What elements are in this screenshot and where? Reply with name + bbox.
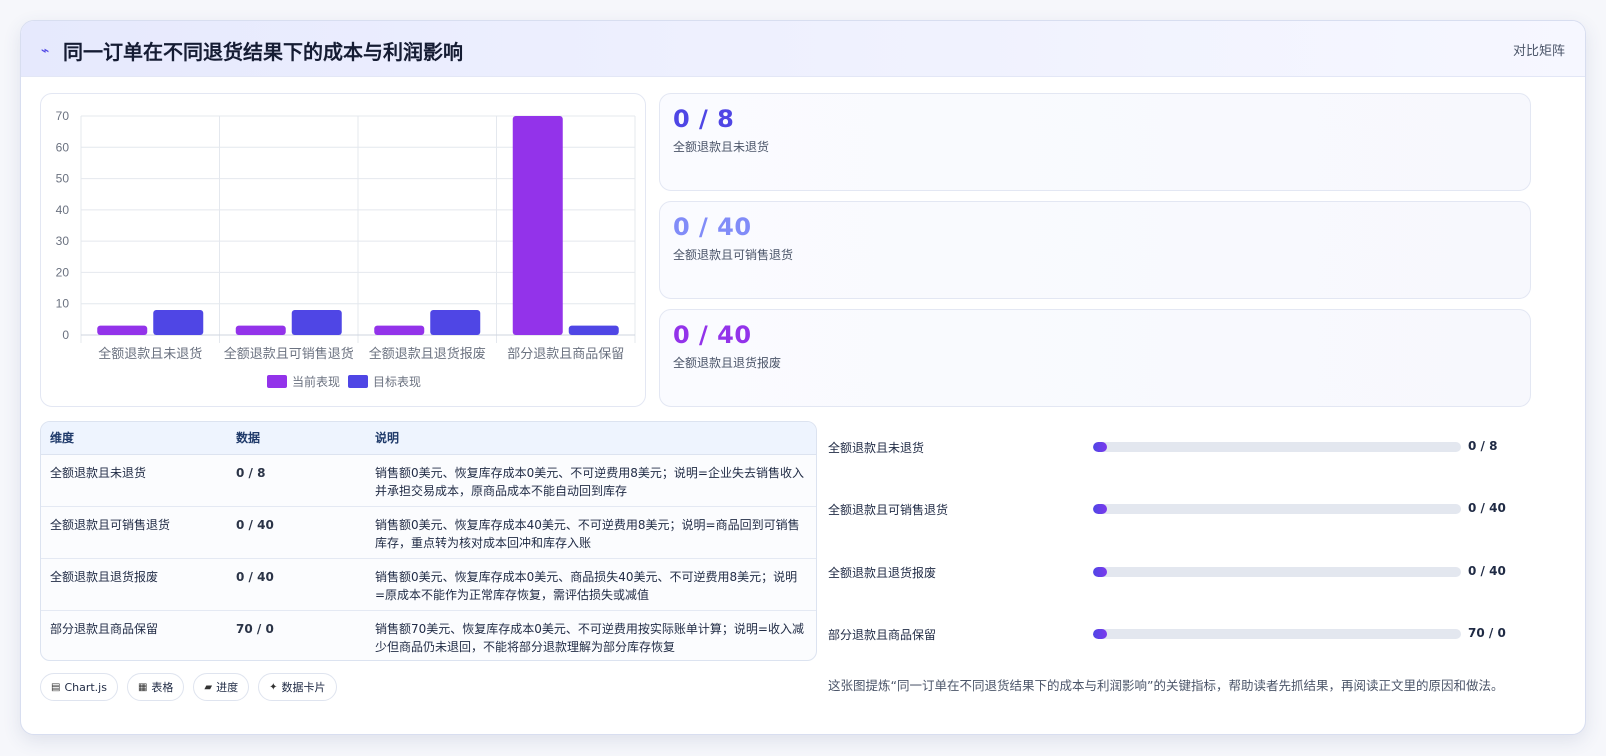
bar-current bbox=[512, 116, 563, 335]
bar-target bbox=[291, 309, 342, 335]
matrix-tag[interactable]: 对比矩阵 bbox=[1513, 40, 1565, 59]
progress-fill bbox=[1093, 504, 1107, 514]
tag-label: 进度 bbox=[216, 681, 239, 694]
bar-current bbox=[97, 325, 148, 335]
stat-card-2: 0 / 40 全额退款且可销售退货 bbox=[659, 201, 1531, 299]
progress-icon: ▰ bbox=[204, 681, 213, 693]
tag-progress[interactable]: ▰ 进度 bbox=[193, 673, 250, 701]
stat-label: 全额退款且可销售退货 bbox=[673, 248, 794, 262]
bar-chart-panel: 0 10 20 30 40 50 60 70 全额退款且未退货 全额退款且可销售退货 全额退款且退货… bbox=[40, 93, 646, 407]
tag-label: 数据卡片 bbox=[281, 681, 326, 694]
legend-swatch bbox=[267, 375, 287, 388]
cell-data: 70 / 0 bbox=[236, 621, 274, 636]
cell-dimension: 全额退款且退货报废 bbox=[41, 558, 227, 611]
bar-current bbox=[235, 325, 286, 335]
legend-label: 目标表现 bbox=[373, 375, 421, 389]
progress-row: 全额退款且未退货 0 / 8 bbox=[828, 437, 1528, 457]
cell-description: 销售额70美元、恢复库存成本0美元、不可逆费用按实际账单计算；说明=收入减少但商… bbox=[375, 621, 804, 654]
progress-value: 0 / 8 bbox=[1468, 439, 1498, 453]
cell-dimension: 部分退款且商品保留 bbox=[50, 621, 159, 636]
tag-label: 表格 bbox=[151, 681, 174, 694]
legend-swatch bbox=[348, 375, 368, 388]
progress-label: 全额退款且未退货 bbox=[828, 441, 925, 455]
tag-data-card[interactable]: ✦ 数据卡片 bbox=[258, 673, 337, 701]
stat-card-1: 0 / 8 全额退款且未退货 bbox=[659, 93, 1531, 191]
table-row: 全额退款且未退货 0 / 8 销售额0美元、恢复库存成本0美元、不可逆费用8美元… bbox=[41, 454, 816, 507]
data-table-panel: 维度 数据 说明 全额退款且未退货 0 / 8 销售额0美元、恢复库存成本0美元… bbox=[40, 421, 817, 661]
table-icon: ▦ bbox=[137, 681, 148, 693]
y-tick-label: 10 bbox=[56, 297, 70, 311]
column-header: 维度 bbox=[41, 422, 227, 455]
y-tick-label: 0 bbox=[62, 328, 69, 342]
x-tick-label: 全额退款且退货报废 bbox=[369, 346, 486, 361]
x-tick-label: 部分退款且商品保留 bbox=[507, 346, 624, 361]
cell-description: 销售额0美元、恢复库存成本0美元、不可逆费用8美元；说明=企业失去销售收入并承担… bbox=[366, 454, 816, 507]
column-header: 数据 bbox=[227, 422, 366, 455]
progress-row: 部分退款且商品保留 70 / 0 bbox=[828, 624, 1528, 644]
tag-label: Chart.js bbox=[64, 680, 107, 694]
progress-track bbox=[1093, 442, 1461, 452]
bar-chart: 0 10 20 30 40 50 60 70 全额退款且未退货 全额退款且可销售退货 全额退款且退货… bbox=[56, 109, 636, 389]
progress-row: 全额退款且退货报废 0 / 40 bbox=[828, 562, 1528, 582]
progress-track bbox=[1093, 567, 1461, 577]
cell-dimension: 全额退款且可销售退货 bbox=[41, 506, 227, 559]
progress-value: 70 / 0 bbox=[1468, 626, 1506, 640]
stat-value: 0 / 40 bbox=[673, 213, 752, 241]
y-tick-label: 60 bbox=[56, 140, 70, 154]
x-tick-label: 全额退款且可销售退货 bbox=[224, 346, 354, 361]
progress-value: 0 / 40 bbox=[1468, 564, 1506, 578]
progress-fill bbox=[1093, 629, 1107, 639]
stat-label: 全额退款且未退货 bbox=[673, 140, 770, 154]
page-title: ⌁ 同一订单在不同退货结果下的成本与利润影响 bbox=[41, 36, 463, 65]
main-card: ⌁ 同一订单在不同退货结果下的成本与利润影响 对比矩阵 0 10 20 30 40 50 6… bbox=[20, 20, 1586, 735]
sparkle-icon: ✦ bbox=[269, 681, 278, 693]
bar-target bbox=[153, 309, 204, 335]
y-tick-label: 50 bbox=[56, 172, 70, 186]
card-header: ⌁ 同一订单在不同退货结果下的成本与利润影响 对比矩阵 bbox=[21, 21, 1585, 77]
stat-label: 全额退款且退货报废 bbox=[673, 356, 782, 370]
legend-label: 当前表现 bbox=[292, 374, 340, 389]
column-header: 说明 bbox=[366, 422, 816, 455]
tag-chartjs[interactable]: ▤ Chart.js bbox=[40, 673, 118, 701]
y-tick-label: 70 bbox=[56, 109, 70, 123]
cell-data: 0 / 8 bbox=[227, 454, 366, 507]
progress-label: 部分退款且商品保留 bbox=[828, 628, 937, 642]
cell-description: 销售额0美元、恢复库存成本40美元、不可逆费用8美元；说明=商品回到可销售库存，… bbox=[366, 506, 816, 559]
progress-row: 全额退款且可销售退货 0 / 40 bbox=[828, 499, 1528, 519]
table-header-row: 维度 数据 说明 bbox=[41, 422, 816, 455]
page-title-text: 同一订单在不同退货结果下的成本与利润影响 bbox=[63, 40, 463, 64]
progress-track bbox=[1093, 629, 1461, 639]
bar-target bbox=[568, 325, 619, 335]
cell-description: 销售额0美元、恢复库存成本0美元、商品损失40美元、不可逆费用8美元；说明=原成… bbox=[366, 558, 816, 611]
summary-note: 这张图提炼“同一订单在不同退货结果下的成本与利润影响”的关键指标，帮助读者先抓结… bbox=[828, 678, 1504, 693]
tag-list: ▤ Chart.js ▦ 表格 ▰ 进度 ✦ 数据卡片 bbox=[40, 673, 337, 701]
table-row: 全额退款且退货报废 0 / 40 销售额0美元、恢复库存成本0美元、商品损失40… bbox=[41, 558, 816, 611]
table-row: 部分退款且商品保留 70 / 0 销售额70美元、恢复库存成本0美元、不可逆费用… bbox=[41, 610, 816, 660]
cell-data: 0 / 40 bbox=[227, 558, 366, 611]
tag-table[interactable]: ▦ 表格 bbox=[126, 673, 185, 701]
progress-label: 全额退款且退货报废 bbox=[828, 566, 937, 580]
cell-data: 0 / 40 bbox=[227, 506, 366, 559]
cell-dimension: 全额退款且未退货 bbox=[41, 454, 227, 507]
progress-track bbox=[1093, 504, 1461, 514]
chart-icon: ▤ bbox=[51, 681, 61, 693]
progress-label: 全额退款且可销售退货 bbox=[828, 503, 949, 517]
data-table: 维度 数据 说明 全额退款且未退货 0 / 8 销售额0美元、恢复库存成本0美元… bbox=[41, 422, 816, 660]
progress-value: 0 / 40 bbox=[1468, 501, 1506, 515]
bar-target bbox=[430, 309, 481, 335]
stat-card-3: 0 / 40 全额退款且退货报废 bbox=[659, 309, 1531, 407]
stat-value: 0 / 8 bbox=[673, 105, 735, 133]
x-tick-label: 全额退款且未退货 bbox=[98, 346, 202, 361]
y-tick-label: 20 bbox=[56, 265, 70, 279]
bar-current bbox=[374, 325, 425, 335]
stat-value: 0 / 40 bbox=[673, 321, 752, 349]
progress-fill bbox=[1093, 567, 1107, 577]
pulse-icon: ⌁ bbox=[41, 42, 50, 59]
table-row: 全额退款且可销售退货 0 / 40 销售额0美元、恢复库存成本40美元、不可逆费… bbox=[41, 506, 816, 559]
y-tick-label: 40 bbox=[56, 203, 70, 217]
y-tick-label: 30 bbox=[56, 234, 70, 248]
progress-fill bbox=[1093, 442, 1107, 452]
